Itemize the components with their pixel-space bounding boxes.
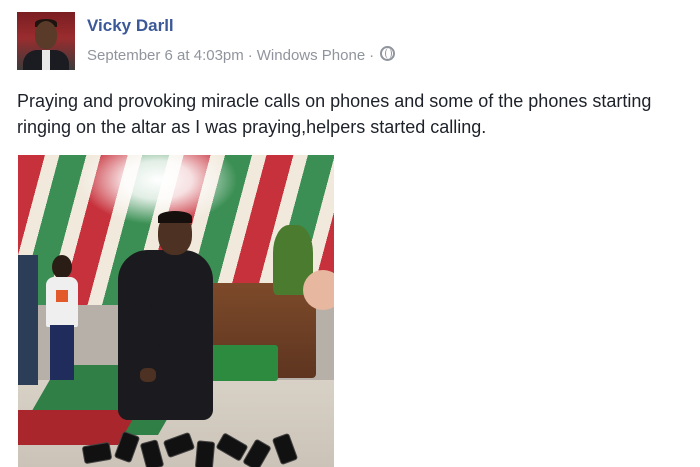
- author-name-link[interactable]: Vicky Darll: [87, 16, 174, 36]
- author-avatar[interactable]: [17, 12, 75, 70]
- photo-phones-on-floor: [81, 427, 308, 467]
- photo-kneeling-man: [118, 250, 213, 420]
- photo-phone: [242, 438, 272, 467]
- avatar-face: [35, 21, 57, 49]
- photo-person-standing: [46, 255, 78, 380]
- photo-man-hair: [158, 211, 192, 223]
- photo-phone: [215, 432, 249, 462]
- post-body-text: Praying and provoking miracle calls on p…: [17, 91, 652, 137]
- post-meta: September 6 at 4:03pm · Windows Phone ·: [87, 45, 396, 64]
- photo-altar-cloth: [210, 345, 278, 381]
- meta-separator: ·: [247, 47, 253, 64]
- photo-phone: [113, 430, 141, 464]
- photo-phone: [81, 441, 113, 465]
- post-photo[interactable]: [18, 155, 334, 467]
- photo-phone: [139, 439, 165, 467]
- photo-phone: [194, 440, 216, 467]
- meta-separator: ·: [369, 47, 375, 64]
- photo-man-hand: [140, 368, 156, 382]
- globe-icon[interactable]: [380, 46, 396, 61]
- avatar-shirt: [42, 50, 50, 70]
- photo-phone: [162, 431, 196, 459]
- photo-left-person: [18, 255, 38, 385]
- post-timestamp-link[interactable]: September 6 at 4:03pm: [87, 47, 244, 64]
- post-source-link[interactable]: Windows Phone: [257, 47, 365, 64]
- photo-phone: [271, 432, 299, 466]
